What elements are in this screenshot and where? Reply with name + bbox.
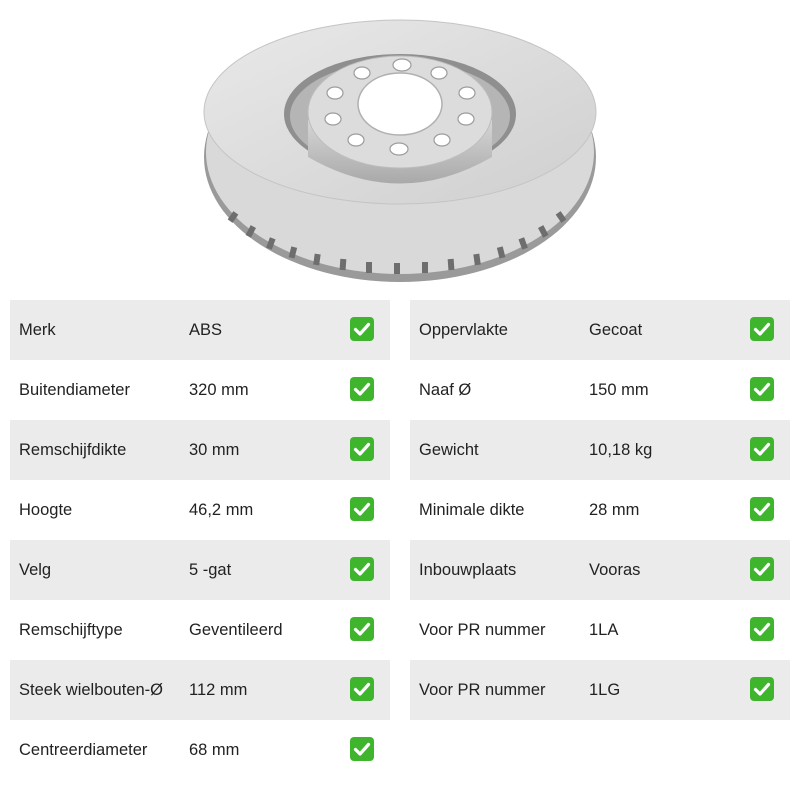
check-mark-icon xyxy=(750,317,774,341)
spec-table-left: Merk ABS Buitendiameter 320 mm Remschijf… xyxy=(10,300,390,780)
spec-row: Voor PR nummer 1LG xyxy=(410,660,790,720)
spec-table-right: Oppervlakte Gecoat Naaf Ø 150 mm Gewicht… xyxy=(410,300,790,720)
spec-value: 68 mm xyxy=(189,741,240,759)
spec-row: Inbouwplaats Vooras xyxy=(410,540,790,600)
spec-label: Steek wielbouten-Ø xyxy=(19,681,163,699)
check-mark-icon xyxy=(350,497,374,521)
spec-row: Velg 5 -gat xyxy=(10,540,390,600)
spec-label: Merk xyxy=(19,321,56,339)
spec-value: ABS xyxy=(189,321,223,339)
spec-value: Gecoat xyxy=(589,321,643,339)
spec-row: Merk ABS xyxy=(10,300,390,360)
spec-value: 30 mm xyxy=(189,441,240,459)
spec-value: 28 mm xyxy=(589,501,640,519)
spec-row: Minimale dikte 28 mm xyxy=(410,480,790,540)
spec-label: Gewicht xyxy=(419,441,479,459)
spec-value: Geventileerd xyxy=(189,621,283,639)
spec-label: Remschijftype xyxy=(19,621,123,639)
spec-value: 112 mm xyxy=(189,681,248,699)
spec-row: Oppervlakte Gecoat xyxy=(410,300,790,360)
spec-label: Voor PR nummer xyxy=(419,681,546,699)
spec-value: 46,2 mm xyxy=(189,501,254,519)
spec-row: Naaf Ø 150 mm xyxy=(410,360,790,420)
spec-label: Buitendiameter xyxy=(19,381,130,399)
spec-label: Velg xyxy=(19,561,52,579)
spec-value: 5 -gat xyxy=(189,561,232,579)
spec-label: Voor PR nummer xyxy=(419,621,546,639)
spec-row: Voor PR nummer 1LA xyxy=(410,600,790,660)
spec-value: 320 mm xyxy=(189,381,249,399)
check-mark-icon xyxy=(750,617,774,641)
check-mark-icon xyxy=(750,557,774,581)
check-mark-icon xyxy=(350,437,374,461)
spec-value: 10,18 kg xyxy=(589,441,653,459)
spec-row: Hoogte 46,2 mm xyxy=(10,480,390,540)
spec-row: Centreerdiameter 68 mm xyxy=(10,720,390,780)
spec-label: Inbouwplaats xyxy=(419,561,517,579)
check-mark-icon xyxy=(750,497,774,521)
spec-row: Remschijfdikte 30 mm xyxy=(10,420,390,480)
spec-label: Remschijfdikte xyxy=(19,441,127,459)
check-mark-icon xyxy=(350,617,374,641)
spec-label: Hoogte xyxy=(19,501,73,519)
check-mark-icon xyxy=(750,377,774,401)
spec-label: Minimale dikte xyxy=(419,501,525,519)
check-mark-icon xyxy=(350,377,374,401)
spec-label: Oppervlakte xyxy=(419,321,508,339)
spec-label: Centreerdiameter xyxy=(19,741,148,759)
spec-value: 150 mm xyxy=(589,381,649,399)
spec-value: 1LA xyxy=(589,621,619,639)
check-mark-icon xyxy=(750,437,774,461)
check-mark-icon xyxy=(350,677,374,701)
check-mark-icon xyxy=(350,317,374,341)
spec-row: Remschijftype Geventileerd xyxy=(10,600,390,660)
check-mark-icon xyxy=(350,557,374,581)
spec-label: Naaf Ø xyxy=(419,381,472,399)
check-mark-icon xyxy=(750,677,774,701)
spec-row: Steek wielbouten-Ø 112 mm xyxy=(10,660,390,720)
spec-row: Gewicht 10,18 kg xyxy=(410,420,790,480)
spec-value: Vooras xyxy=(589,561,641,579)
check-mark-icon xyxy=(350,737,374,761)
brake-disc-image xyxy=(190,12,610,292)
spec-value: 1LG xyxy=(589,681,621,699)
spec-row: Buitendiameter 320 mm xyxy=(10,360,390,420)
